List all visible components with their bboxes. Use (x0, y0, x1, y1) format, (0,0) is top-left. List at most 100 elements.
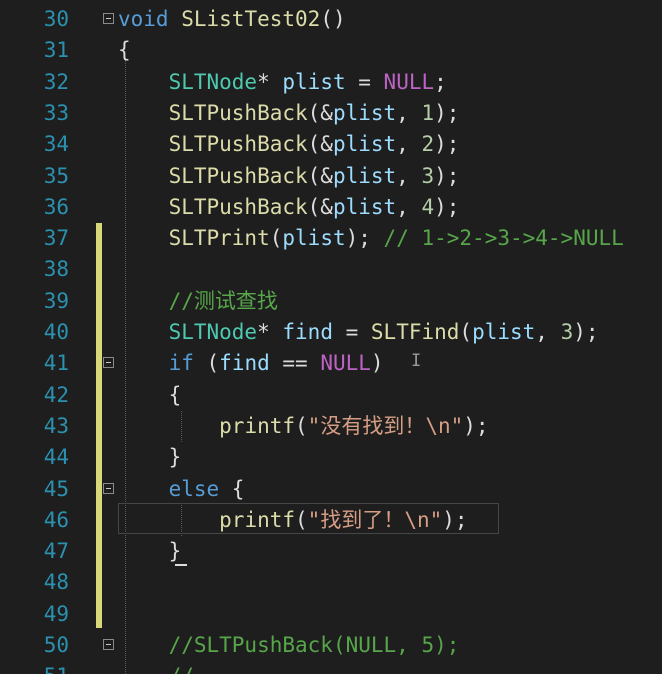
line-number: 37 (43, 226, 69, 251)
code-token: printf (219, 413, 296, 438)
code-token: SListTest02 (181, 7, 321, 31)
code-token: } (118, 445, 182, 470)
code-token: == (269, 351, 321, 376)
code-line[interactable]: 44 } (0, 442, 662, 473)
code-token: plist (332, 132, 397, 157)
code-token: ); (573, 320, 599, 344)
code-text: //测试查找 (118, 286, 278, 317)
code-text: SLTPushBack(&plist, 3); (118, 161, 460, 192)
code-text: // (118, 661, 194, 674)
code-token: ); (434, 100, 460, 125)
code-token: //测试查找 (168, 288, 278, 313)
code-text: //SLTPushBack(NULL, 5); (118, 630, 460, 661)
code-editor[interactable]: 30 void SListTest02() 31{32 SLTNode* plist… (0, 0, 662, 674)
line-number: 32 (43, 69, 69, 94)
code-token: //SLTPushBack(NULL, 5); (168, 633, 460, 657)
fold-toggle-icon[interactable] (103, 482, 114, 494)
fold-toggle-icon[interactable] (103, 357, 114, 369)
line-number: 48 (43, 570, 69, 595)
code-token: , (396, 163, 422, 188)
code-line[interactable]: 38 (0, 254, 662, 285)
code-line[interactable]: 35 SLTPushBack(&plist, 3); (0, 161, 662, 192)
code-line[interactable]: 50 //SLTPushBack(NULL, 5); (0, 630, 662, 661)
code-text: } (118, 536, 182, 567)
code-line[interactable]: 43 printf("没有找到！\n"); (0, 411, 662, 442)
code-token: , (396, 194, 422, 219)
code-token: { (118, 38, 131, 63)
code-token: plist (282, 226, 346, 251)
code-token: ( (269, 226, 283, 251)
code-line[interactable]: 36 SLTPushBack(&plist, 4); (0, 192, 662, 223)
code-line[interactable]: 40 SLTNode* find = SLTFind(plist, 3); (0, 317, 662, 348)
code-token: plist (472, 320, 536, 344)
code-line[interactable]: 49 (0, 599, 662, 630)
code-line[interactable]: 46 printf("找到了！\n"); (0, 505, 662, 536)
code-token: find (219, 351, 270, 376)
line-number: 51 (0, 661, 69, 674)
line-number: 38 (43, 257, 69, 282)
code-line[interactable]: 34 SLTPushBack(&plist, 2); (0, 129, 662, 160)
code-token: ( (295, 507, 308, 532)
code-token: NULL (383, 69, 435, 94)
line-number: 45 (43, 476, 69, 501)
code-token: NULL (320, 351, 371, 376)
line-number: 31 (43, 38, 69, 63)
code-token: SLTPrint (168, 226, 270, 251)
line-number: 33 (43, 100, 69, 125)
code-text: else { (118, 474, 245, 505)
code-token: printf (219, 507, 296, 532)
line-number: 39 (43, 288, 69, 313)
code-line[interactable]: 33 SLTPushBack(&plist, 1); (0, 98, 662, 129)
code-text: void SListTest02() (118, 4, 346, 35)
code-token: () (320, 7, 346, 31)
code-line[interactable]: 48 (0, 567, 662, 598)
code-text: if (find == NULL) (118, 348, 384, 379)
code-line[interactable]: 39 //测试查找 (0, 286, 662, 317)
code-token: 2 (421, 132, 435, 157)
code-token: 3 (560, 320, 574, 344)
code-token: , (535, 320, 561, 344)
line-number: 44 (43, 445, 69, 470)
code-line[interactable]: 51 // (0, 661, 662, 674)
code-line[interactable]: 31 { (0, 35, 662, 66)
code-line[interactable]: 45 else { (0, 474, 662, 505)
code-token: * (257, 69, 283, 94)
code-token: SLTPushBack (168, 132, 308, 157)
code-token: "找到了！\n" (307, 507, 443, 532)
code-token: ( (193, 351, 220, 376)
code-text: SLTNode* find = SLTFind(plist, 3); (118, 317, 599, 348)
line-number: 36 (43, 194, 69, 219)
code-token: { (118, 382, 182, 407)
code-line[interactable]: 32 SLTNode* plist = NULL; (0, 67, 662, 98)
code-token: ; (434, 69, 447, 94)
fold-toggle-icon[interactable] (103, 13, 114, 24)
code-token: SLTNode (168, 320, 258, 344)
code-token: = (345, 69, 384, 94)
code-line[interactable]: 30 void SListTest02() (0, 4, 662, 35)
code-line[interactable]: 37 SLTPrint(plist); // 1->2->3->4->NULL (0, 223, 662, 254)
code-token: (& (307, 132, 333, 157)
fold-toggle-icon[interactable] (103, 639, 114, 650)
code-token: plist (282, 69, 346, 94)
code-text: printf("没有找到！\n"); (118, 411, 488, 442)
code-token: SLTPushBack (168, 100, 308, 125)
code-line[interactable]: 41 if (find == NULL) (0, 348, 662, 379)
code-token: plist (332, 163, 397, 188)
code-token: 4 (421, 194, 435, 219)
code-token: = (332, 320, 371, 344)
code-token: SLTPushBack (168, 194, 308, 219)
line-number: 30 (43, 7, 69, 31)
line-number: 50 (43, 633, 69, 657)
line-number: 41 (43, 351, 69, 376)
code-line[interactable]: 42 { (0, 380, 662, 411)
code-line[interactable]: 47 } (0, 536, 662, 567)
code-token: ); (442, 507, 468, 532)
code-token: (& (307, 100, 333, 125)
